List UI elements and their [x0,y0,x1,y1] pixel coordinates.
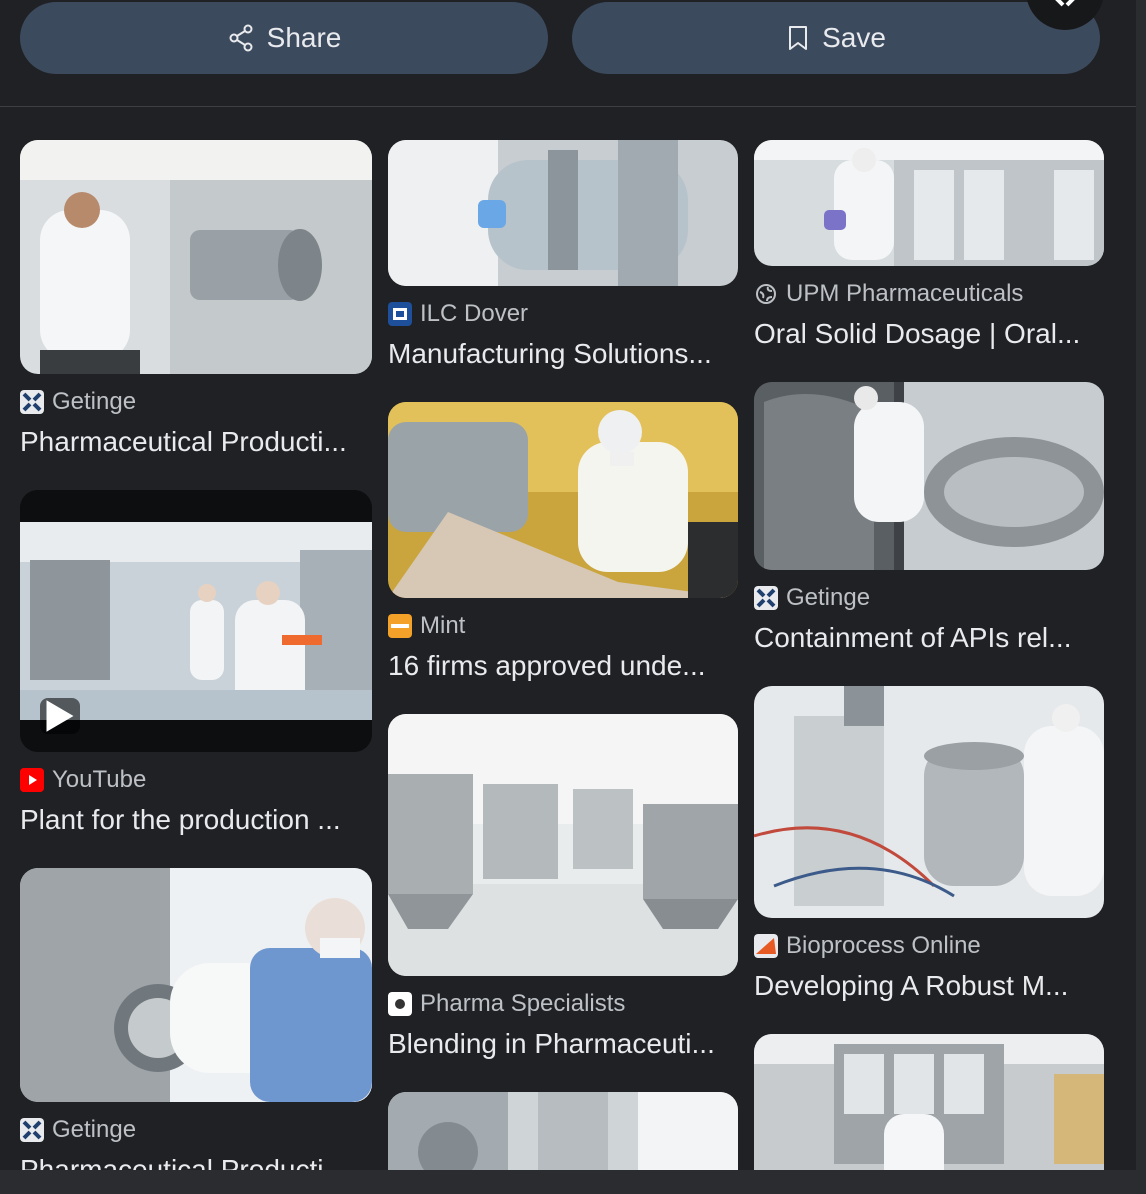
close-icon [1050,0,1080,20]
source-name: Pharma Specialists [420,990,626,1017]
getinge-icon [20,390,44,414]
result-source[interactable]: Getinge [20,388,372,416]
result-card[interactable] [754,1034,1104,1170]
globe-icon [754,282,778,306]
result-source[interactable]: Bioprocess Online [754,932,1104,960]
source-name: UPM Pharmaceuticals [786,280,1024,307]
source-name: Getinge [52,1116,137,1143]
result-card[interactable]: Getinge Containment of APIs rel... [754,382,1104,654]
result-source[interactable]: YouTube [20,766,372,794]
share-icon [227,24,255,52]
result-card[interactable]: Getinge Pharmaceutical Producti [20,868,372,1170]
source-name: Mint [420,612,466,639]
result-card[interactable]: Mint 16 firms approved unde... [388,402,738,682]
bottom-bar [0,1170,1136,1194]
mint-icon [388,614,412,638]
result-title[interactable]: Manufacturing Solutions... [388,338,738,370]
result-title[interactable]: 16 firms approved unde... [388,650,738,682]
result-card[interactable]: Bioprocess Online Developing A Robust M.… [754,686,1104,1002]
scrollbar[interactable] [1136,0,1146,1194]
result-thumbnail[interactable] [20,140,372,374]
result-thumbnail[interactable] [388,140,738,286]
result-source[interactable]: Mint [388,612,738,640]
result-thumbnail[interactable] [754,1034,1104,1170]
source-name: YouTube [52,766,147,793]
source-name: ILC Dover [420,300,529,327]
result-title[interactable]: Blending in Pharmaceuti... [388,1028,738,1060]
save-label: Save [822,22,886,53]
result-source[interactable]: Pharma Specialists [388,990,738,1018]
bookmark-icon [786,24,810,52]
result-thumbnail[interactable] [388,1092,738,1170]
result-source[interactable]: UPM Pharmaceuticals [754,280,1104,308]
result-thumbnail[interactable] [20,868,372,1102]
result-title[interactable]: Pharmaceutical Producti [20,1154,372,1170]
result-card[interactable]: UPM Pharmaceuticals Oral Solid Dosage | … [754,140,1104,350]
result-source[interactable]: Getinge [754,584,1104,612]
result-card[interactable]: Getinge Pharmaceutical Producti... [20,140,372,458]
result-thumbnail[interactable] [388,402,738,598]
youtube-icon [20,768,44,792]
source-name: Getinge [52,388,137,415]
result-source[interactable]: Getinge [20,1116,372,1144]
result-title[interactable]: Pharmaceutical Producti... [20,426,372,458]
share-label: Share [266,22,342,53]
result-title[interactable]: Containment of APIs rel... [754,622,1104,654]
bioprocess-icon [754,934,778,958]
result-card[interactable] [388,1092,738,1170]
result-thumbnail[interactable] [754,686,1104,918]
share-button[interactable]: Share [20,2,548,74]
result-thumbnail[interactable] [754,140,1104,266]
action-bar: Share Save [0,0,1136,107]
save-button[interactable]: Save [572,2,1100,74]
getinge-icon [754,586,778,610]
pharma-specialists-icon [388,992,412,1016]
result-thumbnail[interactable] [754,382,1104,570]
ilc-dover-icon [388,302,412,326]
image-results-grid: Getinge Pharmaceutical Producti... YouTu… [0,107,1136,1170]
result-card[interactable]: Pharma Specialists Blending in Pharmaceu… [388,714,738,1060]
result-title[interactable]: Oral Solid Dosage | Oral... [754,318,1104,350]
result-card[interactable]: ILC Dover Manufacturing Solutions... [388,140,738,370]
source-name: Bioprocess Online [786,932,981,959]
getinge-icon [20,1118,44,1142]
source-name: Getinge [786,584,871,611]
result-source[interactable]: ILC Dover [388,300,738,328]
result-card[interactable]: YouTube Plant for the production ... [20,490,372,836]
play-icon[interactable] [40,698,80,734]
result-thumbnail[interactable] [20,490,372,752]
result-title[interactable]: Developing A Robust M... [754,970,1104,1002]
result-thumbnail[interactable] [388,714,738,976]
result-title[interactable]: Plant for the production ... [20,804,372,836]
